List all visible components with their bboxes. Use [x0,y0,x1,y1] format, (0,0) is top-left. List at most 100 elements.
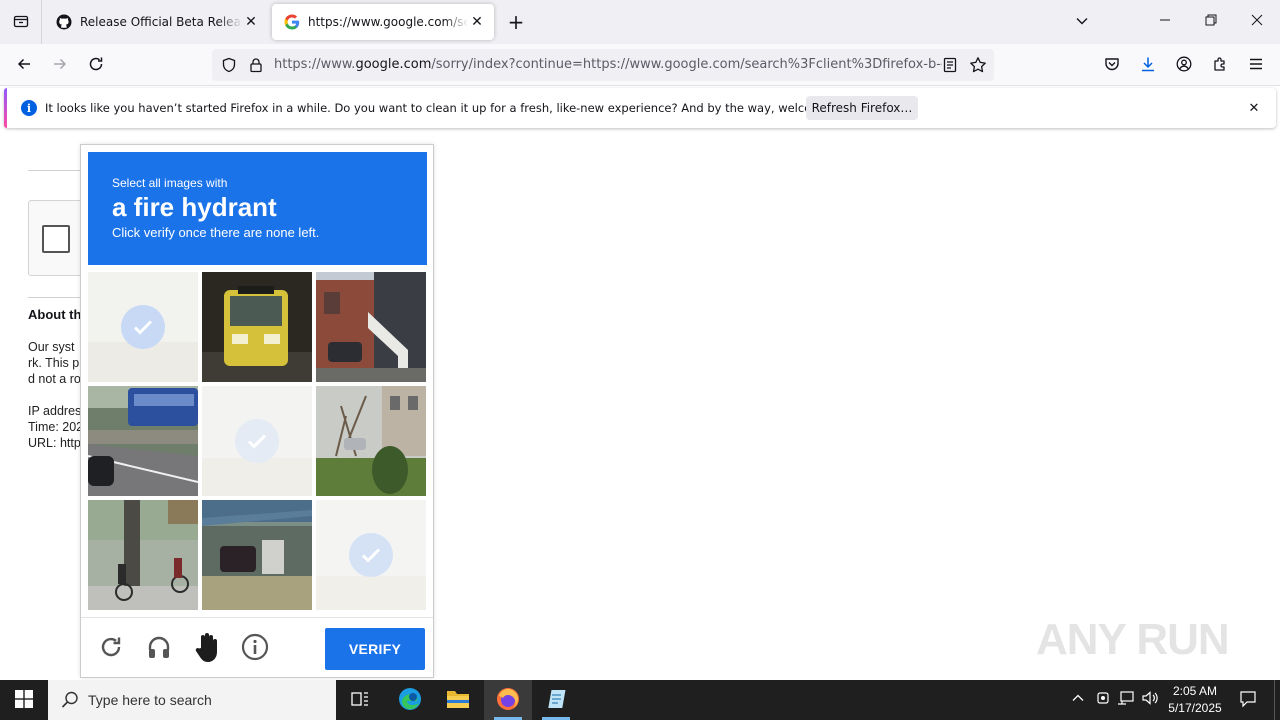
captcha-tile[interactable] [202,386,312,496]
tab-google-search[interactable]: https://www.google.com/search?clie ✕ [272,4,494,40]
clock-time: 2:05 AM [1172,684,1218,698]
captcha-tile[interactable] [316,500,426,610]
refresh-firefox-button[interactable]: Refresh Firefox… [806,96,918,120]
page-text-line: rk. This p [28,356,80,370]
volume-tray-button[interactable] [1140,690,1160,710]
taskbar-search-box[interactable]: Type here to search [48,680,336,720]
navigation-toolbar: https://www.google.com/sorry/index?conti… [0,44,1280,86]
time-line: Time: 202 [28,420,84,434]
puzzle-icon [1212,56,1228,75]
arrow-left-icon [16,56,32,75]
defender-tray-button[interactable] [1093,690,1113,710]
star-icon[interactable] [968,55,988,75]
file-explorer-taskbar-button[interactable] [434,680,482,720]
recaptcha-challenge-popup: Select all images with a fire hydrant Cl… [80,144,434,678]
device-icon [1095,690,1111,710]
challenge-header: Select all images with a fire hydrant Cl… [88,152,427,265]
captcha-tile[interactable] [316,386,426,496]
recaptcha-checkbox[interactable] [42,225,70,253]
search-placeholder: Type here to search [88,692,212,708]
edge-icon [398,687,422,714]
captcha-tile[interactable] [88,386,198,496]
url-prefix: https://www. [274,57,356,72]
chevron-down-icon [1075,14,1089,31]
info-icon: i [21,100,37,116]
tab-strip: Release Official Beta Release! · B ✕ htt… [0,0,1280,44]
account-button[interactable] [1168,49,1200,81]
captcha-tile[interactable] [88,272,198,382]
github-icon [56,14,72,30]
tab-title: https://www.google.com/search?clie [308,15,468,29]
tab-close-button[interactable]: ✕ [242,13,260,31]
firefox-icon [496,687,520,714]
network-tray-button[interactable] [1116,690,1136,710]
folder-icon [446,688,470,713]
about-heading: About th [28,307,82,322]
divider [28,297,88,298]
url-host: google.com [355,57,432,72]
back-button[interactable] [8,49,40,81]
tab-list-button[interactable] [0,0,42,44]
reload-icon [98,634,124,663]
arrow-right-icon [52,56,68,75]
recaptcha-widget[interactable] [28,200,88,276]
search-icon [60,690,80,710]
restore-icon [1205,14,1217,30]
clock-date: 5/17/2025 [1168,701,1222,715]
extensions-button[interactable] [1204,49,1236,81]
anyrun-watermark: ANY RUN [1036,615,1230,664]
show-desktop-button[interactable] [1274,680,1280,720]
tab-list-icon [13,13,29,32]
notepad-taskbar-button[interactable] [532,680,580,720]
pocket-button[interactable] [1096,49,1128,81]
minimize-icon [1159,14,1171,30]
reload-button[interactable] [80,49,112,81]
reload-challenge-button[interactable] [93,630,129,666]
lock-icon[interactable] [246,55,266,75]
forward-button[interactable] [44,49,76,81]
url-line: URL: http [28,436,81,450]
refresh-firefox-notification: i It looks like you haven’t started Fire… [4,88,1276,128]
speaker-icon [1141,690,1159,710]
action-center-button[interactable] [1232,680,1264,720]
captcha-tile[interactable] [316,272,426,382]
start-button[interactable] [0,680,48,720]
audio-challenge-button[interactable] [141,630,177,666]
close-window-button[interactable] [1234,0,1280,44]
restore-button[interactable] [1188,0,1234,44]
captcha-tile[interactable] [202,272,312,382]
reader-view-icon[interactable] [940,55,960,75]
task-view-button[interactable] [336,680,384,720]
divider [28,170,88,171]
tab-title: Release Official Beta Release! · B [80,15,242,29]
task-view-icon [350,689,370,712]
minimize-button[interactable] [1142,0,1188,44]
ip-address-line: IP addres [28,404,82,418]
list-all-tabs-button[interactable] [1068,8,1096,36]
check-icon [121,305,165,349]
firefox-taskbar-button[interactable] [484,680,532,720]
notepad-icon [544,687,568,714]
verify-button[interactable]: VERIFY [325,628,425,670]
account-icon [1176,56,1192,75]
reload-icon [88,56,104,75]
tab-close-button[interactable]: ✕ [468,13,486,31]
edge-taskbar-button[interactable] [386,680,434,720]
notification-close-button[interactable]: ✕ [1244,98,1264,118]
shield-icon[interactable] [219,55,239,75]
new-tab-button[interactable]: + [502,8,530,36]
address-bar[interactable]: https://www.google.com/sorry/index?conti… [212,49,994,81]
taskbar-clock[interactable]: 2:05 AM 5/17/2025 [1160,683,1230,717]
captcha-tile[interactable] [88,500,198,610]
instruction-small: Select all images with [112,176,228,190]
report-problem-button[interactable] [189,630,225,666]
tab-github-release[interactable]: Release Official Beta Release! · B ✕ [44,4,268,40]
show-hidden-icons-button[interactable] [1068,690,1088,710]
download-icon [1140,56,1156,75]
captcha-tile[interactable] [202,500,312,610]
check-icon [235,419,279,463]
app-menu-button[interactable] [1240,49,1272,81]
help-button[interactable] [237,630,273,666]
downloads-button[interactable] [1132,49,1164,81]
url-text[interactable]: https://www.google.com/sorry/index?conti… [274,49,942,81]
